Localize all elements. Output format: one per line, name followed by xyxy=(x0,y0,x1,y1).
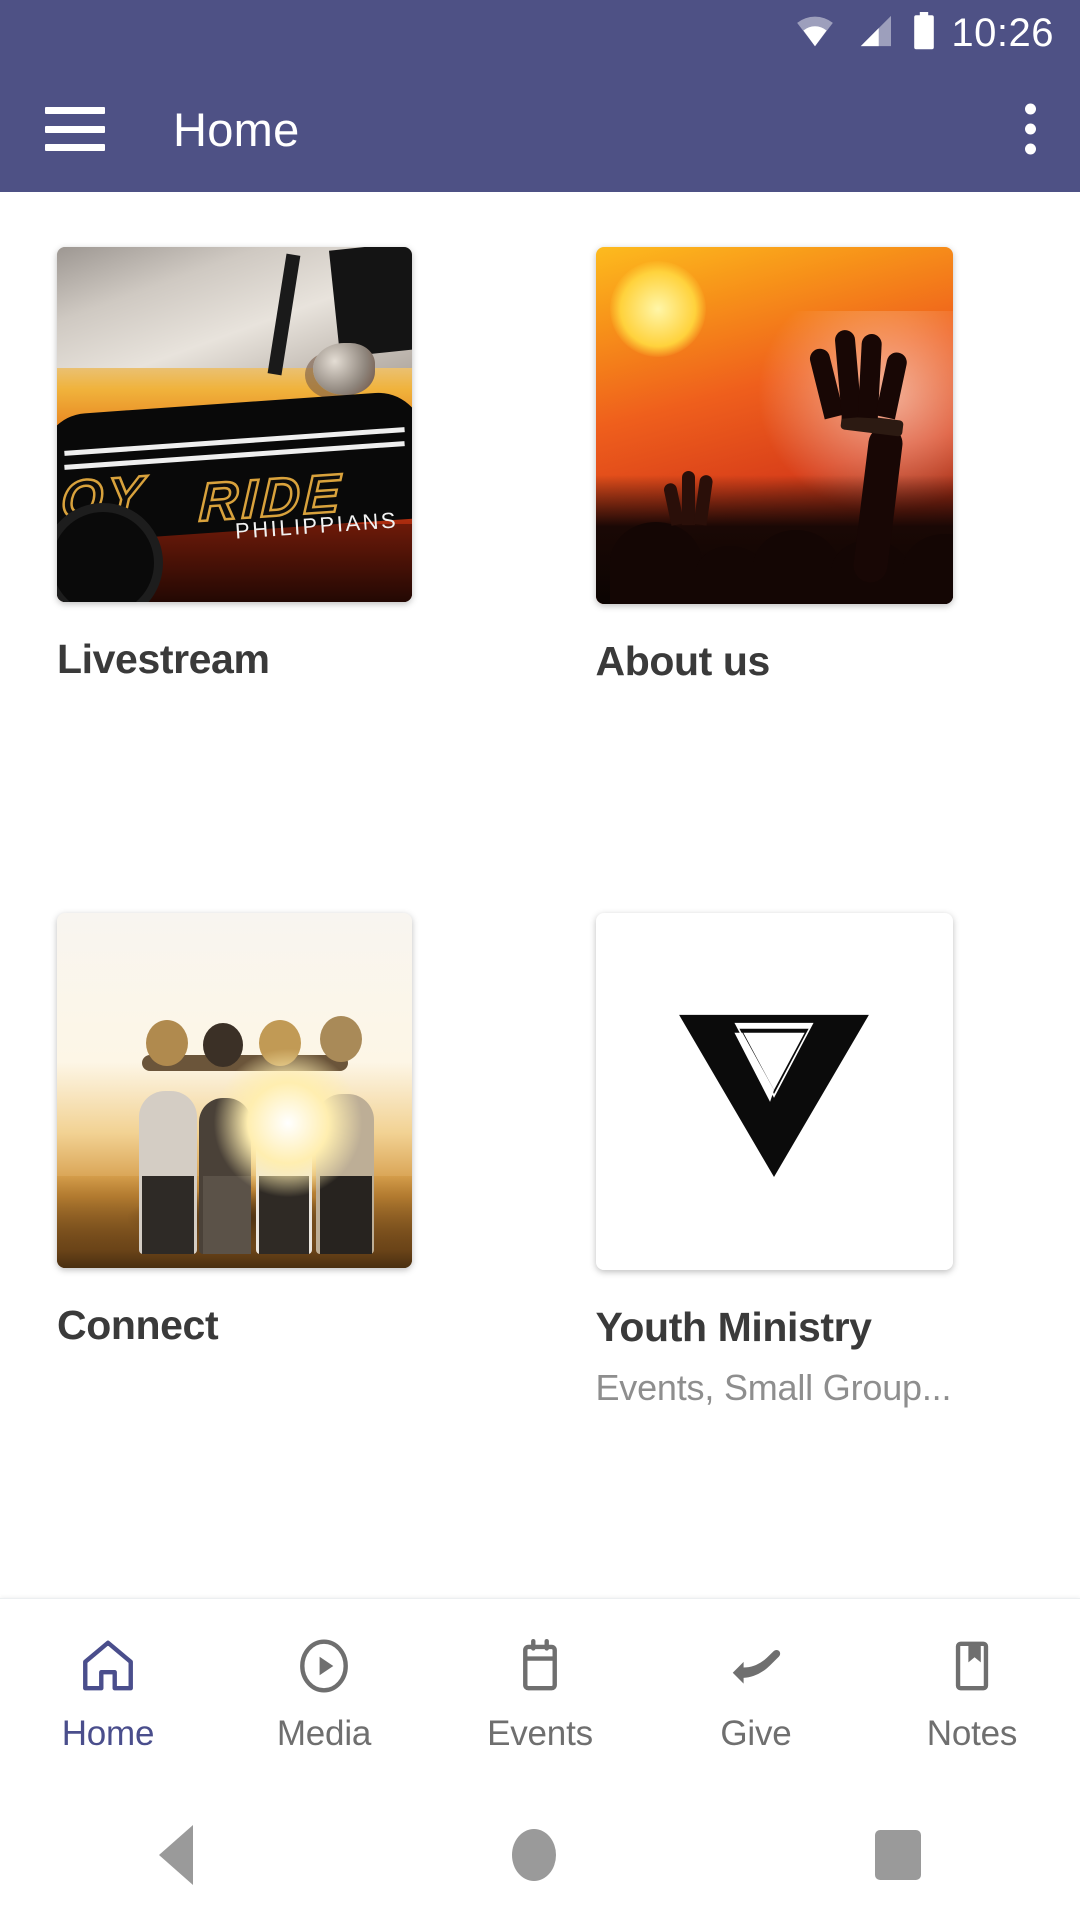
tab-label-events: Events xyxy=(487,1714,593,1753)
tab-label-media: Media xyxy=(276,1714,372,1753)
tile-livestream[interactable]: OY RIDE PHILIPPIANS Livestream xyxy=(57,247,543,685)
tab-notes[interactable]: Notes xyxy=(872,1635,1072,1754)
livestream-thumbnail[interactable]: OY RIDE PHILIPPIANS xyxy=(57,247,412,602)
tab-label-home: Home xyxy=(61,1714,155,1753)
android-system-nav xyxy=(0,1790,1080,1920)
tab-events[interactable]: Events xyxy=(440,1635,640,1754)
friends-artwork xyxy=(57,913,412,1268)
home-tile-grid: OY RIDE PHILIPPIANS Livestream About us … xyxy=(0,192,1080,1409)
home-icon xyxy=(83,1640,133,1691)
app-bar: Home xyxy=(0,66,1080,192)
home-content: OY RIDE PHILIPPIANS Livestream About us … xyxy=(0,192,1080,1622)
wifi-icon xyxy=(793,14,837,53)
tab-label-notes: Notes xyxy=(926,1714,1018,1753)
status-bar-clock: 10:26 xyxy=(951,11,1054,55)
recents-button[interactable] xyxy=(874,1830,921,1880)
youth-logo-artwork xyxy=(595,913,953,1270)
joy-ride-artwork: OY RIDE PHILIPPIANS xyxy=(57,247,412,602)
cellular-signal-icon xyxy=(853,14,895,53)
bottom-tab-bar: Home Media Events Give Notes xyxy=(0,1598,1080,1790)
tile-youth-ministry[interactable]: Youth Ministry Events, Small Group... xyxy=(543,913,1029,1409)
back-button[interactable] xyxy=(159,1825,194,1885)
about-us-thumbnail[interactable] xyxy=(595,247,953,604)
home-button[interactable] xyxy=(511,1829,556,1881)
more-options-icon[interactable] xyxy=(1025,103,1036,155)
status-bar-icons xyxy=(793,11,937,55)
worship-artwork xyxy=(595,247,953,604)
tile-title-connect: Connect xyxy=(57,1302,219,1348)
triangle-v-logo-icon xyxy=(679,1014,869,1177)
tab-media[interactable]: Media xyxy=(224,1635,424,1754)
giving-hand-icon xyxy=(732,1649,781,1684)
status-bar: 10:26 xyxy=(0,0,1080,66)
tab-give[interactable]: Give xyxy=(656,1635,856,1754)
hamburger-menu-icon[interactable] xyxy=(45,107,105,151)
tile-title-about-us: About us xyxy=(595,638,771,684)
tab-home[interactable]: Home xyxy=(8,1635,208,1754)
youth-ministry-thumbnail[interactable] xyxy=(595,913,953,1270)
bookmark-notes-icon xyxy=(955,1641,989,1691)
play-circle-icon xyxy=(300,1639,348,1693)
page-title: Home xyxy=(173,102,300,156)
tile-connect[interactable]: Connect xyxy=(57,913,543,1409)
phone-screen: 10:26 Home OY RIDE PHILIPPIANS Livestrea… xyxy=(0,0,1080,1920)
connect-thumbnail[interactable] xyxy=(57,913,412,1268)
tile-title-youth-ministry: Youth Ministry xyxy=(595,1304,872,1350)
tab-label-give: Give xyxy=(720,1714,792,1753)
tile-about-us[interactable]: About us xyxy=(543,247,1029,685)
battery-icon xyxy=(911,11,937,55)
calendar-icon xyxy=(523,1639,557,1691)
tile-title-livestream: Livestream xyxy=(57,636,270,682)
tile-subtitle-youth-ministry: Events, Small Group... xyxy=(595,1367,952,1408)
